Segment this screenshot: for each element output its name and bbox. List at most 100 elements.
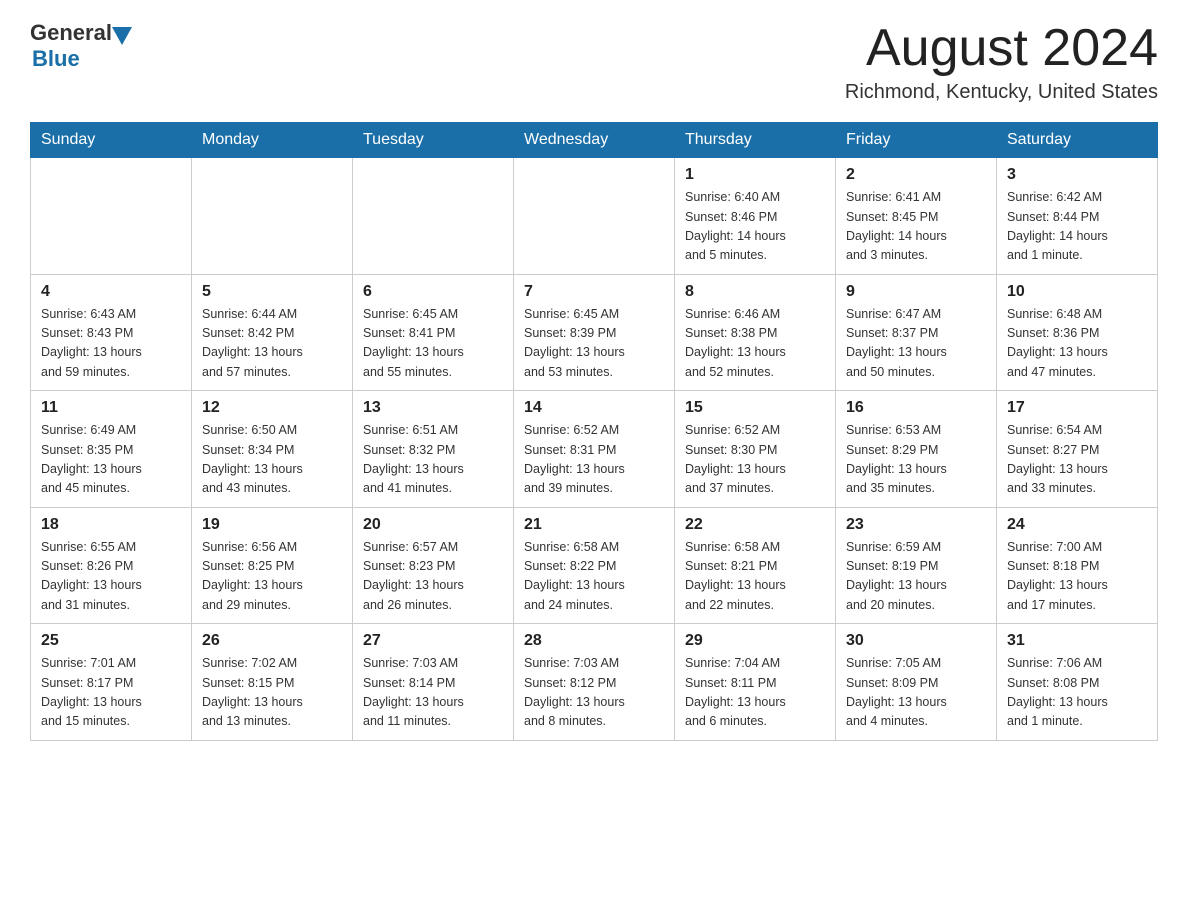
calendar-cell: 2 Sunrise: 6:41 AMSunset: 8:45 PMDaylight… <box>836 158 997 275</box>
calendar-cell: 28Sunrise: 7:03 AMSunset: 8:12 PMDayligh… <box>514 624 675 741</box>
day-number: 30 <box>846 632 986 650</box>
calendar-cell: 24 Sunrise: 7:00 AMSunset: 8:18 PMDayligh… <box>997 507 1158 624</box>
logo-text-general: General <box>30 20 112 46</box>
calendar-cell: 17Sunrise: 6:54 AMSunset: 8:27 PMDayligh… <box>997 391 1158 508</box>
logo-text-blue: Blue <box>32 46 80 72</box>
day-info: Sunrise: 6:59 AMSunset: 8:19 PMDaylight:… <box>846 538 986 616</box>
day-info: Sunrise: 6:52 AMSunset: 8:31 PMDaylight:… <box>524 421 664 499</box>
day-info: Sunrise: 6:58 AMSunset: 8:21 PMDaylight:… <box>685 538 825 616</box>
calendar-cell: 15 Sunrise: 6:52 AMSunset: 8:30 PMDayligh… <box>675 391 836 508</box>
day-info: Sunrise: 7:03 AMSunset: 8:14 PMDaylight:… <box>363 654 503 732</box>
day-number: 21 <box>524 516 664 534</box>
calendar-cell: 16Sunrise: 6:53 AMSunset: 8:29 PMDayligh… <box>836 391 997 508</box>
day-info: Sunrise: 6:51 AMSunset: 8:32 PMDaylight:… <box>363 421 503 499</box>
day-info: Sunrise: 7:00 AMSunset: 8:18 PMDaylight:… <box>1007 538 1147 616</box>
calendar-cell: 6 Sunrise: 6:45 AMSunset: 8:41 PMDaylight… <box>353 274 514 391</box>
calendar-cell: 27 Sunrise: 7:03 AMSunset: 8:14 PMDayligh… <box>353 624 514 741</box>
day-number: 29 <box>685 632 825 650</box>
day-info: Sunrise: 6:46 AMSunset: 8:38 PMDaylight:… <box>685 305 825 383</box>
calendar-cell: 14 Sunrise: 6:52 AMSunset: 8:31 PMDayligh… <box>514 391 675 508</box>
calendar-cell: 3 Sunrise: 6:42 AMSunset: 8:44 PMDaylight… <box>997 158 1158 275</box>
calendar-cell: 20 Sunrise: 6:57 AMSunset: 8:23 PMDayligh… <box>353 507 514 624</box>
day-number: 8 <box>685 283 825 301</box>
day-number: 2 <box>846 166 986 184</box>
calendar-week-row: 4 Sunrise: 6:43 AMSunset: 8:43 PMDaylight… <box>31 274 1158 391</box>
day-number: 10 <box>1007 283 1147 301</box>
calendar-week-row: 18 Sunrise: 6:55 AMSunset: 8:26 PMDayligh… <box>31 507 1158 624</box>
day-number: 15 <box>685 399 825 417</box>
day-info: Sunrise: 6:43 AMSunset: 8:43 PMDaylight:… <box>41 305 181 383</box>
day-info: Sunrise: 6:41 AMSunset: 8:45 PMDaylight:… <box>846 188 986 266</box>
calendar-cell: 8 Sunrise: 6:46 AMSunset: 8:38 PMDaylight… <box>675 274 836 391</box>
day-number: 6 <box>363 283 503 301</box>
calendar-header-saturday: Saturday <box>997 123 1158 158</box>
day-info: Sunrise: 6:44 AMSunset: 8:42 PMDaylight:… <box>202 305 342 383</box>
calendar-week-row: 11 Sunrise: 6:49 AMSunset: 8:35 PMDayligh… <box>31 391 1158 508</box>
day-number: 16 <box>846 399 986 417</box>
calendar-cell: 1 Sunrise: 6:40 AMSunset: 8:46 PMDaylight… <box>675 158 836 275</box>
day-info: Sunrise: 6:56 AMSunset: 8:25 PMDaylight:… <box>202 538 342 616</box>
day-info: Sunrise: 7:02 AMSunset: 8:15 PMDaylight:… <box>202 654 342 732</box>
day-number: 18 <box>41 516 181 534</box>
day-number: 20 <box>363 516 503 534</box>
day-number: 7 <box>524 283 664 301</box>
day-info: Sunrise: 6:45 AMSunset: 8:41 PMDaylight:… <box>363 305 503 383</box>
day-info: Sunrise: 6:50 AMSunset: 8:34 PMDaylight:… <box>202 421 342 499</box>
day-info: Sunrise: 7:06 AMSunset: 8:08 PMDaylight:… <box>1007 654 1147 732</box>
day-info: Sunrise: 6:57 AMSunset: 8:23 PMDaylight:… <box>363 538 503 616</box>
day-info: Sunrise: 6:52 AMSunset: 8:30 PMDaylight:… <box>685 421 825 499</box>
calendar-table: SundayMondayTuesdayWednesdayThursdayFrid… <box>30 122 1158 741</box>
logo-triangle-icon <box>112 27 132 45</box>
calendar-cell: 9 Sunrise: 6:47 AMSunset: 8:37 PMDaylight… <box>836 274 997 391</box>
calendar-cell: 10Sunrise: 6:48 AMSunset: 8:36 PMDayligh… <box>997 274 1158 391</box>
calendar-cell: 7 Sunrise: 6:45 AMSunset: 8:39 PMDaylight… <box>514 274 675 391</box>
day-number: 3 <box>1007 166 1147 184</box>
day-number: 19 <box>202 516 342 534</box>
day-info: Sunrise: 6:42 AMSunset: 8:44 PMDaylight:… <box>1007 188 1147 266</box>
day-number: 4 <box>41 283 181 301</box>
calendar-header-row: SundayMondayTuesdayWednesdayThursdayFrid… <box>31 123 1158 158</box>
calendar-cell: 11 Sunrise: 6:49 AMSunset: 8:35 PMDayligh… <box>31 391 192 508</box>
day-number: 13 <box>363 399 503 417</box>
day-info: Sunrise: 6:58 AMSunset: 8:22 PMDaylight:… <box>524 538 664 616</box>
calendar-cell: 22 Sunrise: 6:58 AMSunset: 8:21 PMDayligh… <box>675 507 836 624</box>
day-number: 31 <box>1007 632 1147 650</box>
day-info: Sunrise: 7:05 AMSunset: 8:09 PMDaylight:… <box>846 654 986 732</box>
calendar-cell: 18 Sunrise: 6:55 AMSunset: 8:26 PMDayligh… <box>31 507 192 624</box>
calendar-header-wednesday: Wednesday <box>514 123 675 158</box>
calendar-cell: 5 Sunrise: 6:44 AMSunset: 8:42 PMDaylight… <box>192 274 353 391</box>
calendar-cell: 31 Sunrise: 7:06 AMSunset: 8:08 PMDayligh… <box>997 624 1158 741</box>
day-number: 5 <box>202 283 342 301</box>
calendar-header-sunday: Sunday <box>31 123 192 158</box>
day-info: Sunrise: 6:49 AMSunset: 8:35 PMDaylight:… <box>41 421 181 499</box>
calendar-cell: 26Sunrise: 7:02 AMSunset: 8:15 PMDayligh… <box>192 624 353 741</box>
day-info: Sunrise: 6:55 AMSunset: 8:26 PMDaylight:… <box>41 538 181 616</box>
day-number: 9 <box>846 283 986 301</box>
calendar-cell: 12 Sunrise: 6:50 AMSunset: 8:34 PMDayligh… <box>192 391 353 508</box>
day-number: 11 <box>41 399 181 417</box>
day-number: 25 <box>41 632 181 650</box>
day-info: Sunrise: 6:47 AMSunset: 8:37 PMDaylight:… <box>846 305 986 383</box>
day-number: 1 <box>685 166 825 184</box>
day-number: 14 <box>524 399 664 417</box>
calendar-cell <box>514 158 675 275</box>
calendar-week-row: 1 Sunrise: 6:40 AMSunset: 8:46 PMDaylight… <box>31 158 1158 275</box>
day-number: 24 <box>1007 516 1147 534</box>
calendar-header-monday: Monday <box>192 123 353 158</box>
logo: General Blue <box>30 20 132 72</box>
calendar-header-friday: Friday <box>836 123 997 158</box>
calendar-cell: 30 Sunrise: 7:05 AMSunset: 8:09 PMDayligh… <box>836 624 997 741</box>
day-number: 22 <box>685 516 825 534</box>
calendar-cell: 13 Sunrise: 6:51 AMSunset: 8:32 PMDayligh… <box>353 391 514 508</box>
calendar-cell: 23Sunrise: 6:59 AMSunset: 8:19 PMDayligh… <box>836 507 997 624</box>
page-header: General Blue August 2024 Richmond, Kentu… <box>30 20 1158 104</box>
day-number: 27 <box>363 632 503 650</box>
month-title: August 2024 <box>845 20 1158 77</box>
calendar-header-thursday: Thursday <box>675 123 836 158</box>
day-number: 12 <box>202 399 342 417</box>
day-info: Sunrise: 6:40 AMSunset: 8:46 PMDaylight:… <box>685 188 825 266</box>
day-info: Sunrise: 6:45 AMSunset: 8:39 PMDaylight:… <box>524 305 664 383</box>
calendar-cell: 19 Sunrise: 6:56 AMSunset: 8:25 PMDayligh… <box>192 507 353 624</box>
calendar-header-tuesday: Tuesday <box>353 123 514 158</box>
calendar-cell: 29Sunrise: 7:04 AMSunset: 8:11 PMDayligh… <box>675 624 836 741</box>
